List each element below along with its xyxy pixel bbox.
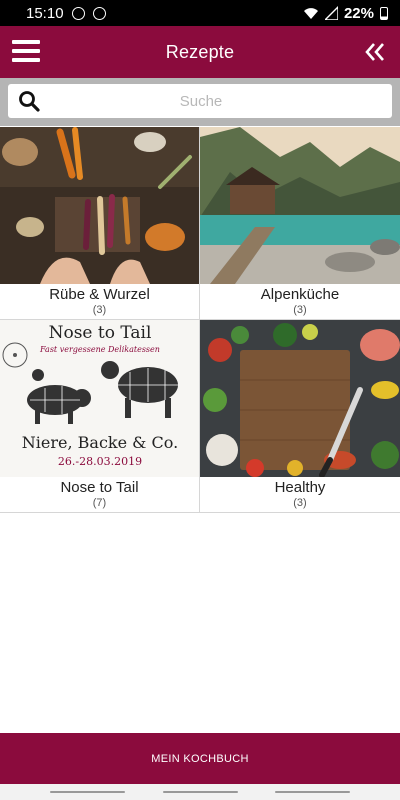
category-tile-ruebe-wurzel[interactable]: Rübe & Wurzel (3) [0,127,199,320]
account-icon [71,6,85,20]
category-name: Healthy [274,479,326,496]
menu-icon-line [12,49,40,53]
healthy-vegetables-image [200,320,400,477]
page-title: Rezepte [165,41,235,62]
my-cookbook-button[interactable]: MEIN KOCHBUCH [0,733,400,784]
nose-to-tail-poster-image: Nose to Tail Fast vergessene Delikatesse… [0,320,199,477]
category-tile-alpenkueche[interactable]: Alpenküche (3) [200,127,400,320]
category-grid: Rübe & Wurzel (3) Alpenküche (3) Nose to… [0,127,400,513]
category-tile-nose-to-tail[interactable]: Nose to Tail Fast vergessene Delikatesse… [0,320,199,513]
category-name: Nose to Tail [60,479,139,496]
root-vegetables-image [0,127,199,284]
app-bar: Rezepte [0,26,400,78]
nav-back[interactable] [275,791,350,793]
category-count: (3) [293,304,307,316]
battery-percentage: 22% [343,4,374,22]
battery-icon [380,6,388,20]
menu-icon-line [12,58,40,62]
category-count: (3) [293,497,307,509]
poster-dates: 26.-28.03.2019 [58,455,142,468]
poster-subtitle: Fast vergessene Delikatessen [39,345,160,354]
sync-icon [92,6,106,20]
status-time: 15:10 [26,4,64,22]
category-tile-healthy[interactable]: Healthy (3) [200,320,400,513]
menu-icon-line [12,40,40,44]
nav-home[interactable] [163,791,238,793]
search-input[interactable] [40,84,362,118]
status-bar: 15:10 22% [0,0,400,26]
poster-headline: Niere, Backe & Co. [22,433,178,452]
poster-title: Nose to Tail [49,323,152,343]
category-count: (7) [92,497,107,509]
menu-button[interactable] [12,40,40,64]
category-name: Rübe & Wurzel [49,286,150,303]
my-cookbook-label: MEIN KOCHBUCH [151,752,249,765]
category-name: Alpenküche [260,286,340,303]
nav-recent-apps[interactable] [50,791,125,793]
search-icon[interactable] [18,90,40,112]
search-bar [0,78,400,126]
search-box[interactable] [8,84,392,118]
wifi-icon [303,8,318,19]
double-chevron-left-icon[interactable] [364,39,386,65]
alpine-lake-image [200,127,400,284]
system-navigation-bar [0,784,400,800]
category-count: (3) [92,304,107,316]
signal-icon [324,6,338,20]
